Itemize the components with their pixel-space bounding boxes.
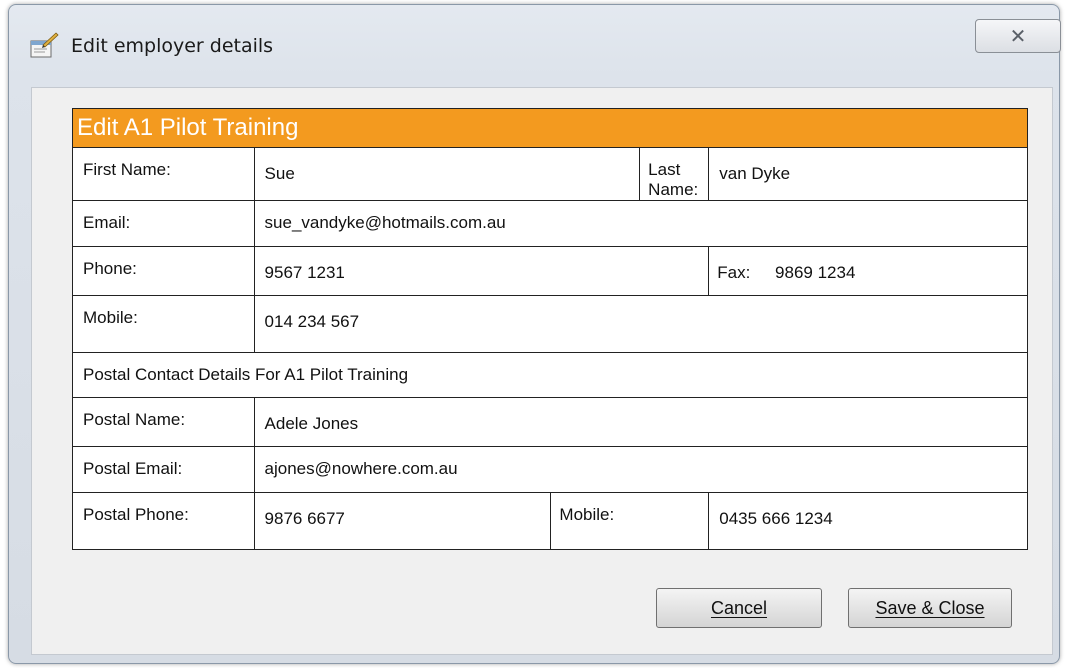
edit-properties-icon xyxy=(30,32,59,58)
save-close-button[interactable]: Save & Close xyxy=(848,588,1012,628)
last-name-field[interactable]: van Dyke xyxy=(708,147,1028,201)
phone-label: Phone: xyxy=(72,246,255,296)
mobile-field[interactable]: 014 234 567 xyxy=(253,295,1029,353)
first-name-field[interactable]: Sue xyxy=(253,147,641,201)
employer-form: Edit A1 Pilot Training First Name: Sue L… xyxy=(72,108,1029,550)
postal-name-label: Postal Name: xyxy=(72,397,255,447)
form-header: Edit A1 Pilot Training xyxy=(72,108,1028,148)
cancel-button[interactable]: Cancel xyxy=(656,588,822,628)
postal-section-title: Postal Contact Details For A1 Pilot Trai… xyxy=(72,352,1028,398)
postal-email-label: Postal Email: xyxy=(72,446,255,493)
postal-mobile-label: Mobile: xyxy=(550,492,710,550)
fax-label: Fax: xyxy=(717,263,751,282)
fax-field[interactable]: 9869 1234 xyxy=(775,259,855,283)
last-name-label: Last Name: xyxy=(639,147,710,201)
mobile-label: Mobile: xyxy=(72,295,255,353)
window-title: Edit employer details xyxy=(71,35,274,57)
postal-email-field[interactable]: ajones@nowhere.com.au xyxy=(253,446,1029,493)
close-icon: ✕ xyxy=(1009,24,1027,48)
dialog-body: Edit A1 Pilot Training First Name: Sue L… xyxy=(31,87,1053,655)
postal-mobile-field[interactable]: 0435 666 1234 xyxy=(708,492,1028,550)
email-field[interactable]: sue_vandyke@hotmails.com.au xyxy=(253,200,1029,247)
postal-name-field[interactable]: Adele Jones xyxy=(253,397,1029,447)
edit-employer-dialog: Edit employer details ✕ Edit A1 Pilot Tr… xyxy=(8,4,1061,664)
postal-phone-field[interactable]: 9876 6677 xyxy=(253,492,552,550)
close-button[interactable]: ✕ xyxy=(975,19,1061,53)
phone-field[interactable]: 9567 1231 xyxy=(253,246,710,296)
email-label: Email: xyxy=(72,200,255,247)
fax-cell: Fax: 9869 1234 xyxy=(708,246,1028,296)
postal-phone-label: Postal Phone: xyxy=(72,492,255,550)
first-name-label: First Name: xyxy=(72,147,255,201)
